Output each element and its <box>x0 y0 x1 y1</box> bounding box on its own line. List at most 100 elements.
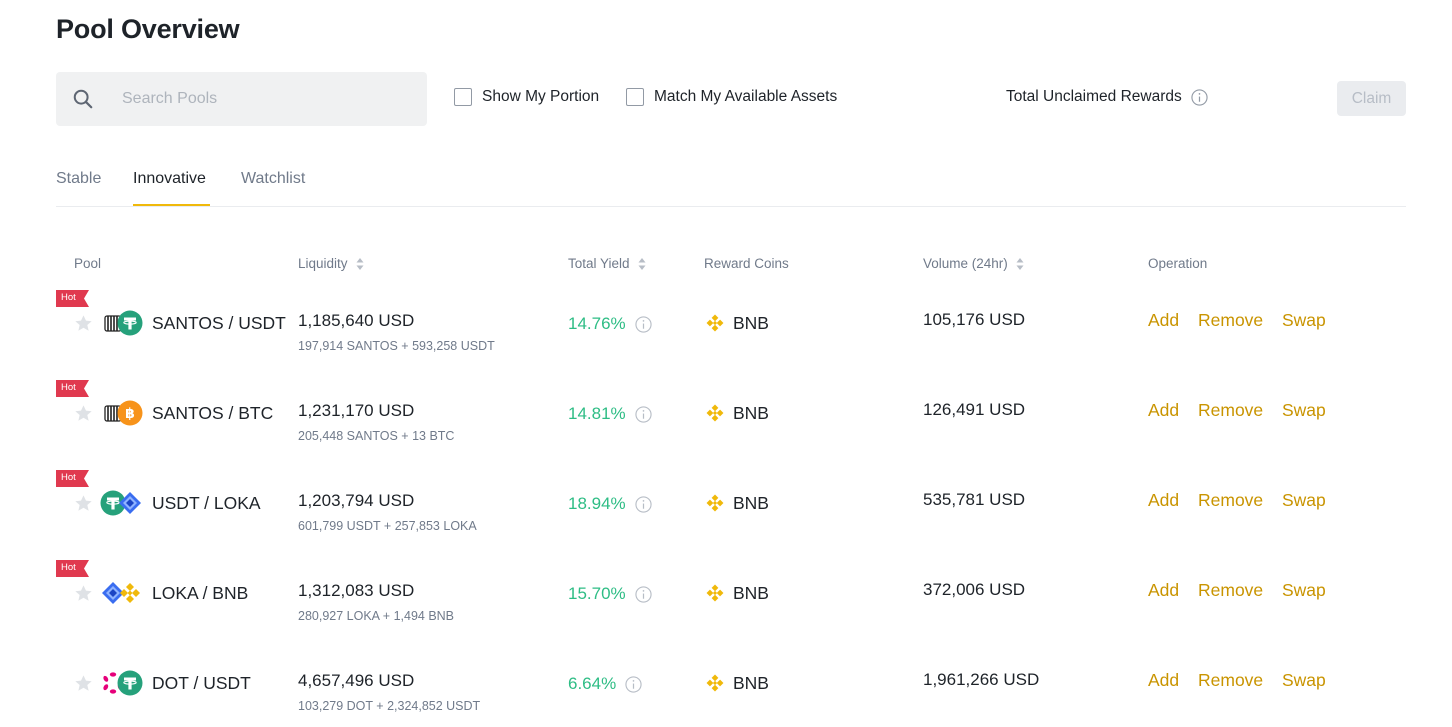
bnb-coin-icon <box>704 672 726 694</box>
total-unclaimed-rewards: Total Unclaimed Rewards <box>1006 88 1208 106</box>
reward-coin-label: BNB <box>733 582 769 603</box>
liquidity-composition: 103,279 DOT + 2,324,852 USDT <box>298 699 481 713</box>
info-icon[interactable] <box>635 495 652 513</box>
table-row: Hot LOKA / BNB 1,312,083 USD 280,927 LOKA +… <box>0 560 1452 650</box>
bnb-coin-icon <box>117 580 143 606</box>
sort-icon[interactable] <box>638 257 646 271</box>
pool-pair-name: DOT / USDT <box>152 673 251 693</box>
hot-badge: Hot <box>56 380 89 397</box>
sort-icon[interactable] <box>356 257 364 271</box>
info-icon[interactable] <box>625 675 642 693</box>
remove-button[interactable]: Remove <box>1198 490 1263 511</box>
star-icon[interactable] <box>74 674 93 693</box>
reward-coin: BNB <box>704 672 769 694</box>
total-yield: 18.94% <box>568 494 652 514</box>
unclaimed-rewards-label: Total Unclaimed Rewards <box>1006 88 1182 105</box>
reward-coin: BNB <box>704 492 769 514</box>
column-label: Operation <box>1148 256 1208 271</box>
liquidity-value: 1,203,794 USD <box>298 491 415 510</box>
table-row: Hot USDT / LOKA 1,203,794 USD 601,799 USDT … <box>0 470 1452 560</box>
liquidity-value: 1,312,083 USD <box>298 581 415 600</box>
star-icon[interactable] <box>74 404 93 423</box>
add-button[interactable]: Add <box>1148 400 1179 421</box>
add-button[interactable]: Add <box>1148 490 1179 511</box>
star-icon[interactable] <box>74 584 93 603</box>
remove-button[interactable]: Remove <box>1198 580 1263 601</box>
show-my-portion-label: Show My Portion <box>482 88 600 105</box>
sort-icon[interactable] <box>1016 257 1024 271</box>
volume-value: 1,961,266 USD <box>923 670 1040 689</box>
remove-button[interactable]: Remove <box>1198 400 1263 421</box>
tab-watchlist[interactable]: Watchlist <box>241 170 305 188</box>
total-yield-value: 15.70% <box>568 584 626 603</box>
reward-coin: BNB <box>704 312 769 334</box>
hot-badge: Hot <box>56 560 89 577</box>
tab-stable[interactable]: Stable <box>56 170 101 188</box>
bnb-coin-icon <box>704 312 726 334</box>
add-button[interactable]: Add <box>1148 580 1179 601</box>
volume-value: 535,781 USD <box>923 490 1026 509</box>
match-assets-label: Match My Available Assets <box>654 88 838 105</box>
info-icon[interactable] <box>635 315 652 333</box>
show-my-portion-checkbox[interactable]: Show My Portion <box>454 88 599 106</box>
pool-tabs: Stable Innovative Watchlist <box>56 160 1406 207</box>
page-title: Pool Overview <box>56 14 240 44</box>
total-yield: 15.70% <box>568 584 652 604</box>
svg-text:฿: ฿ <box>125 406 135 422</box>
swap-button[interactable]: Swap <box>1282 400 1326 421</box>
swap-button[interactable]: Swap <box>1282 580 1326 601</box>
liquidity-value: 4,657,496 USD <box>298 671 415 690</box>
table-row: DOT / USDT 4,657,496 USD 103,279 DOT + 2,3… <box>0 650 1452 727</box>
info-icon[interactable] <box>635 405 652 423</box>
checkbox-icon[interactable] <box>626 88 644 106</box>
total-yield-value: 6.64% <box>568 674 617 693</box>
swap-button[interactable]: Swap <box>1282 670 1326 691</box>
column-label: Volume (24hr) <box>923 256 1008 271</box>
column-header-volume[interactable]: Volume (24hr) <box>923 256 1024 271</box>
remove-button[interactable]: Remove <box>1198 670 1263 691</box>
table-row: Hot SANTOS / USDT 1,185,640 USD 197,914 SAN… <box>0 290 1452 380</box>
info-icon[interactable] <box>635 585 652 603</box>
claim-button[interactable]: Claim <box>1337 81 1406 116</box>
table-row: Hot ฿ SANTOS / BTC 1,231,170 USD 205,448 SAN… <box>0 380 1452 470</box>
search-box[interactable] <box>56 72 427 126</box>
volume-value: 105,176 USD <box>923 310 1026 329</box>
column-label: Pool <box>74 256 102 271</box>
swap-button[interactable]: Swap <box>1282 310 1326 331</box>
swap-button[interactable]: Swap <box>1282 490 1326 511</box>
star-icon[interactable] <box>74 314 93 333</box>
liquidity-composition: 205,448 SANTOS + 13 BTC <box>298 429 455 443</box>
reward-coin: BNB <box>704 582 769 604</box>
total-yield: 14.76% <box>568 314 652 334</box>
liquidity-composition: 280,927 LOKA + 1,494 BNB <box>298 609 455 623</box>
search-input[interactable] <box>122 90 382 108</box>
info-icon[interactable] <box>1191 88 1208 106</box>
match-assets-checkbox[interactable]: Match My Available Assets <box>626 88 837 106</box>
reward-coin-label: BNB <box>733 402 769 423</box>
total-yield: 14.81% <box>568 404 652 424</box>
column-header-pool: Pool <box>74 256 101 271</box>
loka-coin-icon <box>117 490 143 516</box>
column-label: Total Yield <box>568 256 630 271</box>
reward-coin-label: BNB <box>733 672 769 693</box>
usdt-coin-icon <box>117 310 143 336</box>
bnb-coin-icon <box>704 492 726 514</box>
total-yield-value: 18.94% <box>568 494 626 513</box>
pool-pair-name: LOKA / BNB <box>152 583 249 603</box>
reward-coin-label: BNB <box>733 312 769 333</box>
column-header-total-yield[interactable]: Total Yield <box>568 256 646 271</box>
column-header-operation: Operation <box>1148 256 1207 271</box>
bnb-coin-icon <box>704 402 726 424</box>
star-icon[interactable] <box>74 494 93 513</box>
column-header-liquidity[interactable]: Liquidity <box>298 256 364 271</box>
add-button[interactable]: Add <box>1148 310 1179 331</box>
total-yield-value: 14.76% <box>568 314 626 333</box>
liquidity-value: 1,231,170 USD <box>298 401 415 420</box>
add-button[interactable]: Add <box>1148 670 1179 691</box>
active-tab-indicator <box>133 204 210 206</box>
tab-innovative[interactable]: Innovative <box>133 170 206 188</box>
btc-coin-icon: ฿ <box>117 400 143 426</box>
volume-value: 372,006 USD <box>923 580 1026 599</box>
remove-button[interactable]: Remove <box>1198 310 1263 331</box>
checkbox-icon[interactable] <box>454 88 472 106</box>
